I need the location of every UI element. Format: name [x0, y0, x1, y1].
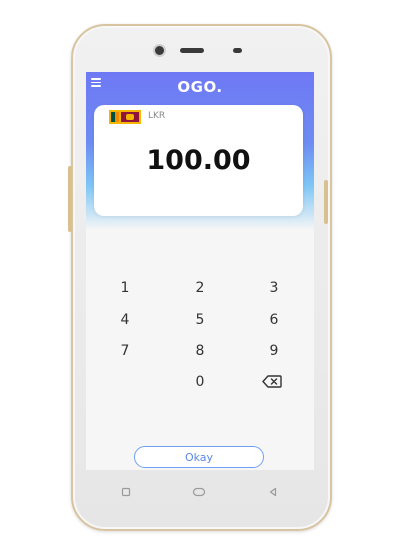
amount-display: 100.00 — [146, 145, 251, 176]
key-9[interactable]: 9 — [254, 339, 294, 363]
backspace-icon[interactable] — [262, 375, 282, 388]
key-6[interactable]: 6 — [254, 308, 294, 332]
key-1[interactable]: 1 — [105, 276, 145, 300]
power-button — [324, 180, 328, 224]
front-camera — [155, 46, 164, 55]
earpiece-speaker — [180, 48, 204, 53]
proximity-sensor — [233, 48, 242, 53]
key-4[interactable]: 4 — [105, 308, 145, 332]
okay-button[interactable]: Okay — [134, 446, 264, 468]
brand-logo: OGO. — [177, 78, 223, 96]
circle-icon[interactable] — [192, 486, 206, 498]
key-0[interactable]: 0 — [180, 370, 220, 394]
key-2[interactable]: 2 — [180, 276, 220, 300]
key-8[interactable]: 8 — [180, 339, 220, 363]
square-icon[interactable] — [121, 486, 131, 498]
currency-code[interactable]: LKR — [148, 111, 165, 121]
sri-lanka-flag-icon — [109, 110, 141, 124]
triangle-icon[interactable] — [268, 486, 278, 498]
key-7[interactable]: 7 — [105, 339, 145, 363]
app-screen: OGO. LKR 100.00 1 2 3 4 5 6 7 8 9 0 Okay — [86, 72, 314, 470]
key-3[interactable]: 3 — [254, 276, 294, 300]
amount-card: LKR 100.00 — [94, 105, 303, 216]
key-5[interactable]: 5 — [180, 308, 220, 332]
volume-button — [68, 166, 72, 232]
